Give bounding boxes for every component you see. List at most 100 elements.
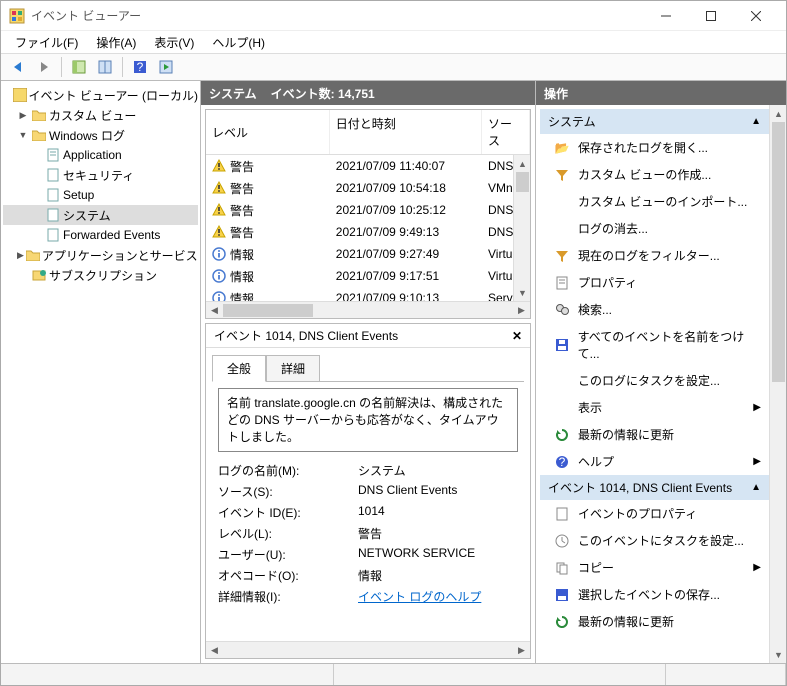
- tree-label: Setup: [63, 188, 94, 202]
- tree-system[interactable]: システム: [3, 205, 198, 225]
- tree-application[interactable]: Application: [3, 145, 198, 165]
- action-copy-submenu[interactable]: コピー▶: [540, 554, 769, 581]
- scroll-down-icon[interactable]: ▼: [514, 284, 530, 301]
- cell-date: 2021/07/09 10:25:12: [330, 203, 482, 217]
- table-row[interactable]: 警告2021/07/09 10:54:18VMn: [206, 177, 530, 199]
- expander-icon[interactable]: ▼: [17, 130, 29, 140]
- cell-level: 警告: [230, 202, 254, 219]
- action-clear-log[interactable]: ログの消去...: [540, 215, 769, 242]
- table-row[interactable]: 情報2021/07/09 9:10:13Servi: [206, 287, 530, 301]
- menu-file[interactable]: ファイル(F): [7, 32, 86, 53]
- event-log-help-link[interactable]: イベント ログのヘルプ: [358, 590, 481, 604]
- tree-subscriptions[interactable]: サブスクリプション: [3, 265, 198, 285]
- action-help-submenu[interactable]: ?ヘルプ▶: [540, 448, 769, 475]
- action-find[interactable]: 検索...: [540, 296, 769, 323]
- close-button[interactable]: [733, 2, 778, 30]
- folder-icon: [26, 247, 40, 263]
- scroll-right-icon[interactable]: ▶: [513, 642, 530, 659]
- tree-custom-views[interactable]: ▶ カスタム ビュー: [3, 105, 198, 125]
- info-icon: [212, 247, 226, 261]
- expander-icon[interactable]: ▶: [17, 250, 24, 261]
- refresh-icon: [554, 614, 570, 630]
- forward-button[interactable]: [33, 56, 55, 78]
- prop-value: DNS Client Events: [358, 483, 518, 500]
- scroll-left-icon[interactable]: ◀: [206, 642, 223, 659]
- tree-setup[interactable]: Setup: [3, 185, 198, 205]
- tab-general[interactable]: 全般: [212, 355, 266, 382]
- scroll-right-icon[interactable]: ▶: [513, 302, 530, 319]
- expander-icon[interactable]: ▶: [17, 110, 29, 121]
- action-create-custom-view[interactable]: カスタム ビューの作成...: [540, 161, 769, 188]
- minimize-button[interactable]: [643, 2, 688, 30]
- detail-tabs: 全般 詳細: [206, 348, 530, 381]
- tree-pane[interactable]: イベント ビューアー (ローカル) ▶ カスタム ビュー ▼ Windows ロ…: [1, 81, 201, 663]
- col-date[interactable]: 日付と時刻: [330, 110, 482, 154]
- scroll-up-icon[interactable]: ▲: [514, 155, 530, 172]
- menu-help[interactable]: ヘルプ(H): [204, 32, 273, 53]
- col-level[interactable]: レベル: [206, 110, 330, 154]
- tree-app-services[interactable]: ▶ アプリケーションとサービス ログ: [3, 245, 198, 265]
- back-button[interactable]: [7, 56, 29, 78]
- center-title: システム: [209, 85, 257, 102]
- center-pane: システム イベント数: 14,751 レベル 日付と時刻 ソース 警告2021/…: [201, 81, 536, 663]
- action-import-custom-view[interactable]: カスタム ビューのインポート...: [540, 188, 769, 215]
- table-row[interactable]: 警告2021/07/09 9:49:13DNS: [206, 221, 530, 243]
- menu-action[interactable]: 操作(A): [88, 32, 144, 53]
- svg-text:?: ?: [137, 60, 144, 74]
- menu-view[interactable]: 表示(V): [146, 32, 202, 53]
- tree-forwarded[interactable]: Forwarded Events: [3, 225, 198, 245]
- warning-icon: [212, 203, 226, 217]
- action-section-system[interactable]: システム▲: [540, 109, 769, 134]
- tree-root[interactable]: イベント ビューアー (ローカル): [3, 85, 198, 105]
- cell-date: 2021/07/09 9:10:13: [330, 291, 482, 301]
- show-tree-button[interactable]: [68, 56, 90, 78]
- table-row[interactable]: 情報2021/07/09 9:17:51Virtu: [206, 265, 530, 287]
- vertical-scrollbar[interactable]: ▲ ▼: [769, 105, 786, 663]
- scroll-up-icon[interactable]: ▲: [770, 105, 786, 122]
- col-source[interactable]: ソース: [482, 110, 530, 154]
- vertical-scrollbar[interactable]: ▲ ▼: [513, 155, 530, 301]
- action-section-event[interactable]: イベント 1014, DNS Client Events▲: [540, 475, 769, 500]
- panes-button[interactable]: [94, 56, 116, 78]
- table-row[interactable]: 情報2021/07/09 9:27:49Virtu: [206, 243, 530, 265]
- scroll-thumb[interactable]: [223, 304, 313, 317]
- list-body[interactable]: 警告2021/07/09 11:40:07DNS 警告2021/07/09 10…: [206, 155, 530, 301]
- scroll-thumb[interactable]: [772, 122, 785, 382]
- tab-detail[interactable]: 詳細: [266, 355, 320, 382]
- action-refresh-event[interactable]: 最新の情報に更新: [540, 608, 769, 635]
- menubar: ファイル(F) 操作(A) 表示(V) ヘルプ(H): [1, 31, 786, 53]
- horizontal-scrollbar[interactable]: ◀ ▶: [206, 301, 530, 318]
- collapse-icon[interactable]: ▲: [751, 116, 761, 127]
- action-attach-task[interactable]: このログにタスクを設定...: [540, 367, 769, 394]
- prop-label: ソース(S):: [218, 483, 358, 500]
- horizontal-scrollbar[interactable]: ◀ ▶: [206, 641, 530, 658]
- action-open-saved-log[interactable]: 📂保存されたログを開く...: [540, 134, 769, 161]
- statusbar: [1, 663, 786, 685]
- action-save-all-events[interactable]: すべてのイベントを名前をつけて...: [540, 323, 769, 367]
- action-event-properties[interactable]: イベントのプロパティ: [540, 500, 769, 527]
- action-refresh[interactable]: 最新の情報に更新: [540, 421, 769, 448]
- maximize-button[interactable]: [688, 2, 733, 30]
- warning-icon: [212, 225, 226, 239]
- cell-level: 情報: [230, 290, 254, 302]
- table-row[interactable]: 警告2021/07/09 10:25:12DNS: [206, 199, 530, 221]
- table-row[interactable]: 警告2021/07/09 11:40:07DNS: [206, 155, 530, 177]
- scroll-thumb[interactable]: [516, 172, 529, 192]
- close-detail-button[interactable]: ✕: [512, 329, 522, 343]
- prop-label: レベル(L):: [218, 525, 358, 542]
- help-button[interactable]: ?: [129, 56, 151, 78]
- action-event-attach-task[interactable]: このイベントにタスクを設定...: [540, 527, 769, 554]
- collapse-icon[interactable]: ▲: [751, 482, 761, 493]
- action-save-selected[interactable]: 選択したイベントの保存...: [540, 581, 769, 608]
- action-view-submenu[interactable]: 表示▶: [540, 394, 769, 421]
- cell-level: 警告: [230, 180, 254, 197]
- action-filter-log[interactable]: 現在のログをフィルター...: [540, 242, 769, 269]
- scroll-down-icon[interactable]: ▼: [770, 646, 786, 663]
- info-icon: [212, 269, 226, 283]
- scroll-left-icon[interactable]: ◀: [206, 302, 223, 319]
- tree-windows-logs[interactable]: ▼ Windows ログ: [3, 125, 198, 145]
- warning-icon: [212, 159, 226, 173]
- action-properties[interactable]: プロパティ: [540, 269, 769, 296]
- preview-button[interactable]: [155, 56, 177, 78]
- tree-security[interactable]: セキュリティ: [3, 165, 198, 185]
